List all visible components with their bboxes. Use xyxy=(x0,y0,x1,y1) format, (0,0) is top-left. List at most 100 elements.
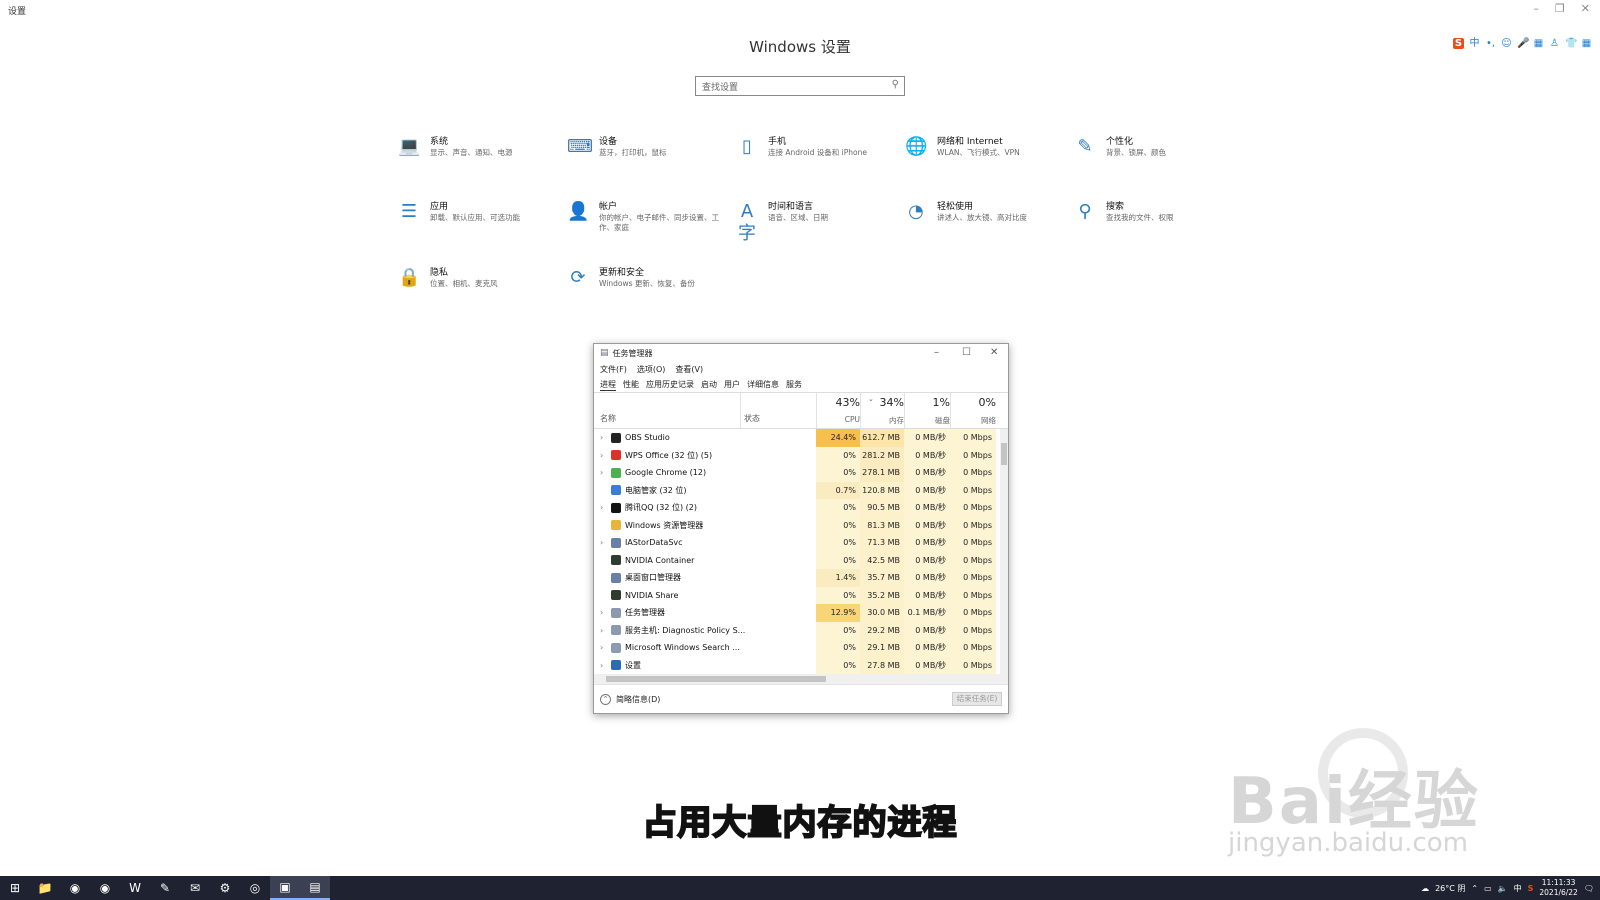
column-cpu-percent[interactable]: 43% xyxy=(816,396,860,409)
process-row[interactable]: › Microsoft Windows Search ... 0% 29.1 MB 0 … xyxy=(594,639,1008,657)
process-row[interactable]: 桌面窗口管理器 1.4% 35.7 MB 0 MB/秒 0 Mbps xyxy=(594,569,1008,587)
settings-tile-search[interactable]: ⚲ 搜索 查找我的文件、权限 xyxy=(1074,201,1234,245)
chrome-icon[interactable]: ◉ xyxy=(60,876,90,900)
weather-label[interactable]: 26°C 阴 xyxy=(1435,883,1465,894)
tm-close-button[interactable]: ✕ xyxy=(990,347,998,358)
expand-chevron-icon[interactable]: › xyxy=(600,626,603,635)
expand-chevron-icon[interactable]: › xyxy=(600,451,603,460)
menu-item[interactable]: 文件(F) xyxy=(600,364,627,375)
process-row[interactable]: › 腾讯QQ (32 位) (2) 0% 90.5 MB 0 MB/秒 0 Mbps xyxy=(594,499,1008,517)
process-row[interactable]: › OBS Studio 24.4% 612.7 MB 0 MB/秒 0 Mbps xyxy=(594,429,1008,447)
process-cpu: 0% xyxy=(816,516,860,534)
scroll-thumb[interactable] xyxy=(606,676,826,682)
process-row[interactable]: › 服务主机: Diagnostic Policy S... 0% 29.2 MB 0 … xyxy=(594,621,1008,639)
process-row[interactable]: NVIDIA Container 0% 42.5 MB 0 MB/秒 0 Mbps xyxy=(594,551,1008,569)
close-button[interactable]: ✕ xyxy=(1581,2,1590,15)
minimize-button[interactable]: – xyxy=(1533,2,1539,15)
tab-6[interactable]: 服务 xyxy=(786,379,802,390)
process-row[interactable]: NVIDIA Share 0% 35.2 MB 0 MB/秒 0 Mbps xyxy=(594,586,1008,604)
process-memory: 35.7 MB xyxy=(860,569,904,587)
tab-1[interactable]: 性能 xyxy=(623,379,639,390)
start-icon[interactable]: ⊞ xyxy=(0,876,30,900)
menu-item[interactable]: 选项(O) xyxy=(637,364,666,375)
settings-tile-personalization[interactable]: ✎ 个性化 背景、锁屏、颜色 xyxy=(1074,136,1234,180)
settings-tile-globe[interactable]: 🌐 网络和 Internet WLAN、飞行模式、VPN xyxy=(905,136,1065,180)
process-row[interactable]: 电脑管家 (32 位) 0.7% 120.8 MB 0 MB/秒 0 Mbps xyxy=(594,481,1008,499)
tab-2[interactable]: 应用历史记录 xyxy=(646,379,694,390)
tab-5[interactable]: 详细信息 xyxy=(747,379,779,390)
chrome-alt-icon[interactable]: ◉ xyxy=(90,876,120,900)
process-network: 0 Mbps xyxy=(950,586,996,604)
expand-chevron-icon[interactable]: › xyxy=(600,608,603,617)
column-status[interactable]: 状态 xyxy=(744,413,760,424)
process-row[interactable]: › 设置 0% 27.8 MB 0 MB/秒 0 Mbps xyxy=(594,656,1008,674)
horizontal-scrollbar[interactable] xyxy=(594,674,1008,684)
search-icon[interactable]: ⚲ xyxy=(892,79,899,90)
account-icon: 👤 xyxy=(567,201,590,222)
settings-tile-laptop[interactable]: 💻 系统 显示、声音、通知、电源 xyxy=(398,136,558,180)
expand-chevron-icon[interactable]: › xyxy=(600,503,603,512)
process-disk: 0 MB/秒 xyxy=(904,534,950,552)
expand-chevron-icon[interactable]: › xyxy=(600,643,603,652)
settings-tile-account[interactable]: 👤 帐户 你的帐户、电子邮件、同步设置、工作、家庭 xyxy=(567,201,727,245)
expand-chevron-icon[interactable]: › xyxy=(600,538,603,547)
tab-3[interactable]: 启动 xyxy=(701,379,717,390)
tab-4[interactable]: 用户 xyxy=(724,379,740,390)
expand-chevron-icon[interactable]: › xyxy=(600,433,603,442)
process-row[interactable]: Windows 资源管理器 0% 81.3 MB 0 MB/秒 0 Mbps xyxy=(594,516,1008,534)
tile-description: 蓝牙，打印机，鼠标 xyxy=(599,148,667,157)
wps-icon[interactable]: W xyxy=(120,876,150,900)
expand-chevron-icon[interactable]: › xyxy=(600,468,603,477)
end-task-button[interactable]: 结束任务(E) xyxy=(952,692,1002,706)
tm-minimize-button[interactable]: – xyxy=(934,347,939,358)
tm-maximize-button[interactable]: ☐ xyxy=(962,347,971,358)
personalization-icon: ✎ xyxy=(1077,136,1093,157)
task-manager-icon[interactable]: ▤ xyxy=(300,876,330,900)
process-cpu: 1.4% xyxy=(816,569,860,587)
app2-icon[interactable]: ▣ xyxy=(270,876,300,900)
settings-tile-phone[interactable]: ▯ 手机 连接 Android 设备和 iPhone xyxy=(736,136,896,180)
network-icon[interactable]: ▭ xyxy=(1484,884,1492,893)
scroll-thumb[interactable] xyxy=(1001,443,1007,465)
settings-tile-lock[interactable]: 🔒 隐私 位置、相机、麦克风 xyxy=(398,267,558,311)
search-input[interactable]: 查找设置 ⚲ xyxy=(695,76,905,96)
settings-tile-devices[interactable]: ⌨ 设备 蓝牙，打印机，鼠标 xyxy=(567,136,727,180)
process-disk: 0 MB/秒 xyxy=(904,481,950,499)
expand-chevron-icon[interactable]: › xyxy=(600,661,603,670)
mail-icon[interactable]: ✉ xyxy=(180,876,210,900)
process-row[interactable]: › IAStorDataSvc 0% 71.3 MB 0 MB/秒 0 Mbps xyxy=(594,534,1008,552)
notification-icon[interactable]: 🗨 xyxy=(1584,884,1594,893)
cloud-icon[interactable]: ☁ xyxy=(1421,884,1429,893)
clock[interactable]: 11:11:33 2021/6/22 xyxy=(1539,878,1577,898)
tab-0[interactable]: 进程 xyxy=(600,379,616,391)
settings-tile-update[interactable]: ⟳ 更新和安全 Windows 更新、恢复、备份 xyxy=(567,267,727,311)
settings-tile-ease-of-access[interactable]: ◔ 轻松使用 讲述人、放大镜、高对比度 xyxy=(905,201,1065,245)
process-memory: 35.2 MB xyxy=(860,586,904,604)
process-memory: 27.8 MB xyxy=(860,656,904,674)
column-name[interactable]: 名称 xyxy=(600,413,616,424)
column-memory-percent[interactable]: 34% xyxy=(860,396,904,409)
column-network-percent[interactable]: 0% xyxy=(950,396,996,409)
process-row[interactable]: › Google Chrome (12) 0% 278.1 MB 0 MB/秒 0 Mbp… xyxy=(594,464,1008,482)
file-explorer-icon[interactable]: 📁 xyxy=(30,876,60,900)
ime-indicator[interactable]: 中 xyxy=(1514,883,1522,894)
process-memory: 612.7 MB xyxy=(860,429,904,447)
settings-tile-time-language[interactable]: A字 时间和语言 语音、区域、日期 xyxy=(736,201,896,245)
settings-tile-apps[interactable]: ☰ 应用 卸载、默认应用、可选功能 xyxy=(398,201,558,245)
menu-item[interactable]: 查看(V) xyxy=(675,364,703,375)
tile-description: 位置、相机、麦克风 xyxy=(430,279,498,288)
maximize-button[interactable]: ❐ xyxy=(1555,2,1565,15)
app-icon[interactable]: ✎ xyxy=(150,876,180,900)
process-cpu: 12.9% xyxy=(816,604,860,622)
update-icon: ⟳ xyxy=(570,267,586,288)
volume-icon[interactable]: 🔈 xyxy=(1498,884,1508,893)
process-row[interactable]: › WPS Office (32 位) (5) 0% 281.2 MB 0 MB/秒 0 … xyxy=(594,446,1008,464)
obs-icon[interactable]: ◎ xyxy=(240,876,270,900)
chevron-up-icon[interactable]: ⌃ xyxy=(1471,884,1478,893)
fewer-details-button[interactable]: ⌃ 简略信息(D) xyxy=(600,694,660,705)
vertical-scrollbar[interactable] xyxy=(1000,429,1008,674)
settings-icon[interactable]: ⚙ xyxy=(210,876,240,900)
process-row[interactable]: › 任务管理器 12.9% 30.0 MB 0.1 MB/秒 0 Mbps xyxy=(594,604,1008,622)
column-disk-percent[interactable]: 1% xyxy=(904,396,950,409)
sogou-tray-icon[interactable]: S xyxy=(1528,884,1534,893)
